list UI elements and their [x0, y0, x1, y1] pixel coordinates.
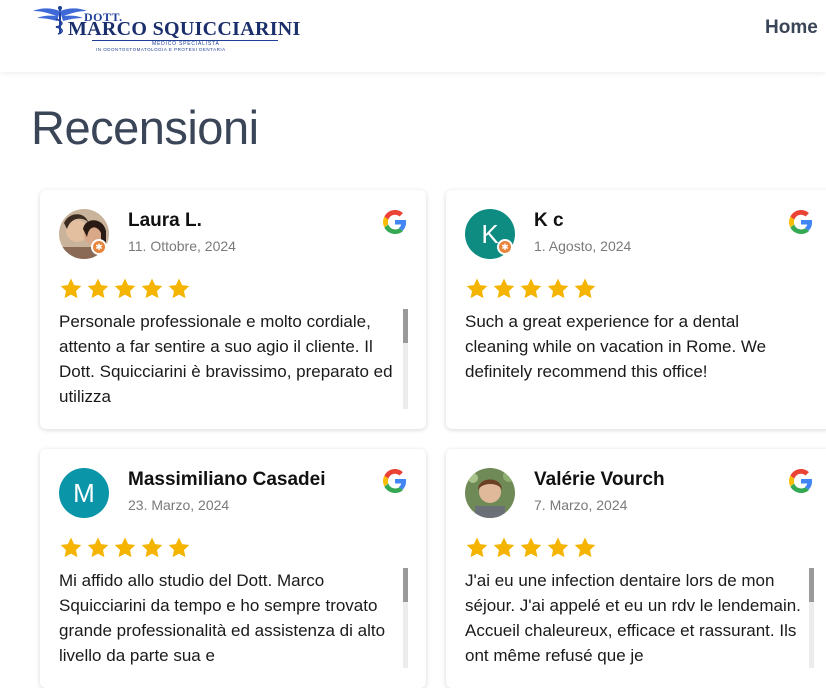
scrollbar-thumb[interactable] [403, 309, 408, 343]
google-icon[interactable] [383, 469, 407, 493]
review-date: 7. Marzo, 2024 [534, 497, 628, 513]
avatar[interactable]: ✱ [59, 209, 109, 259]
review-text: Mi affido allo studio del Dott. Marco Sq… [59, 571, 386, 665]
avatar[interactable]: K ✱ [465, 209, 515, 259]
review-scrollbar[interactable] [809, 568, 814, 668]
star-icon [546, 277, 570, 301]
star-icon [86, 536, 110, 560]
review-date: 1. Agosto, 2024 [534, 238, 632, 254]
logo-specialty: IN ODONTOSTOMATOLOGIA E PROTESI DENTARIA [96, 47, 226, 52]
star-icon [140, 277, 164, 301]
star-icon [59, 277, 83, 301]
star-icon [573, 277, 597, 301]
star-icon [492, 277, 516, 301]
avatar-letter: M [73, 477, 95, 508]
star-icon [519, 536, 543, 560]
google-icon[interactable] [789, 469, 813, 493]
star-icon [465, 536, 489, 560]
avatar-letter: K [481, 218, 499, 249]
review-card: K ✱ K c 1. Agosto, 2024 Such a great experie… [446, 190, 826, 429]
reviewer-name[interactable]: Valérie Vourch [534, 469, 665, 491]
review-card: M Massimiliano Casadei 23. Marzo, 2024 Mi a… [40, 449, 426, 688]
review-date: 23. Marzo, 2024 [128, 497, 230, 513]
reviewer-name[interactable]: Massimiliano Casadei [128, 469, 325, 491]
star-rating [465, 277, 597, 301]
star-rating [59, 536, 191, 560]
review-card: Valérie Vourch 7. Marzo, 2024 J'ai eu une … [446, 449, 826, 688]
star-icon [86, 277, 110, 301]
google-icon[interactable] [383, 210, 407, 234]
avatar[interactable] [465, 468, 515, 518]
star-rating [59, 277, 191, 301]
review-text: Such a great experience for a dental cle… [465, 312, 767, 381]
site-header: DOTT. MARCO SQUICCIARINI MEDICO SPECIALI… [0, 0, 826, 72]
avatar-photo [465, 468, 515, 518]
review-card: ✱ Laura L. 11. Ottobre, 2024 Personale prof… [40, 190, 426, 429]
site-logo[interactable]: DOTT. MARCO SQUICCIARINI MEDICO SPECIALI… [32, 5, 300, 52]
star-icon [140, 536, 164, 560]
star-icon [546, 536, 570, 560]
scrollbar-thumb[interactable] [809, 568, 814, 602]
reviewer-name[interactable]: Laura L. [128, 210, 202, 232]
star-rating [465, 536, 597, 560]
review-scrollbar[interactable] [403, 568, 408, 668]
star-icon [519, 277, 543, 301]
review-text: Personale professionale e molto cordiale… [59, 312, 393, 406]
star-icon [465, 277, 489, 301]
star-icon [167, 536, 191, 560]
local-guide-badge-icon: ✱ [497, 239, 513, 255]
star-icon [492, 536, 516, 560]
nav-home-link[interactable]: Home [765, 17, 818, 39]
review-scrollbar[interactable] [403, 309, 408, 409]
star-icon [113, 277, 137, 301]
review-date: 11. Ottobre, 2024 [128, 238, 236, 254]
star-icon [573, 536, 597, 560]
google-icon[interactable] [789, 210, 813, 234]
review-text: J'ai eu une infection dentaire lors de m… [465, 571, 801, 665]
star-icon [59, 536, 83, 560]
avatar[interactable]: M [59, 468, 109, 518]
reviewer-name[interactable]: K c [534, 210, 564, 232]
page-title: Recensioni [31, 101, 259, 154]
logo-name: MARCO SQUICCIARINI [68, 18, 301, 40]
star-icon [167, 277, 191, 301]
local-guide-badge-icon: ✱ [91, 239, 107, 255]
star-icon [113, 536, 137, 560]
scrollbar-thumb[interactable] [403, 568, 408, 602]
